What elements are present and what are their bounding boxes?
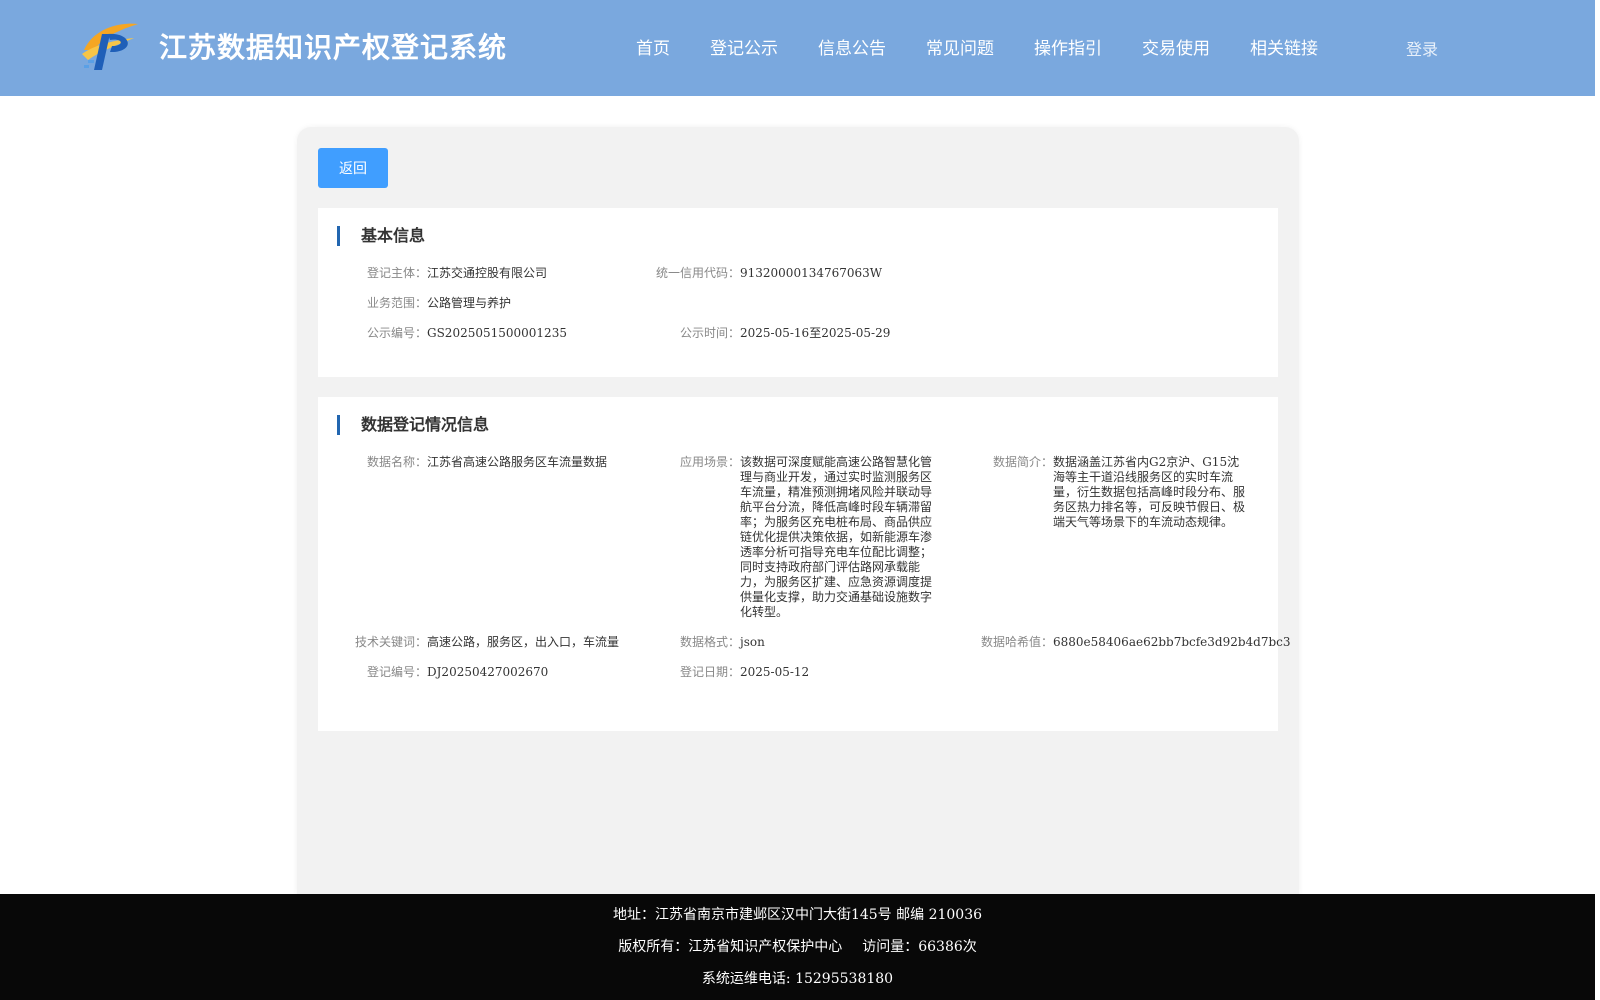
- field-label: 数据简介：: [992, 455, 1053, 469]
- field-label: 登记主体：: [366, 266, 427, 280]
- field-data-intro: 数据简介： 数据涵盖江苏省内G2京沪、G15沈海等主干道沿线服务区的实时车流量，…: [993, 455, 1246, 530]
- field-value: json: [740, 635, 765, 649]
- footer-copyright: 版权所有：江苏省知识产权保护中心: [618, 939, 843, 955]
- detail-panel: 返回 基本信息 登记主体： 江苏交通控股有限公司 统一信用代码： 9132000…: [297, 127, 1299, 907]
- back-button[interactable]: 返回: [318, 148, 388, 188]
- field-label: 技术关键词：: [354, 635, 427, 649]
- field-value: 公路管理与养护: [427, 296, 512, 310]
- nav-guide[interactable]: 操作指引: [1034, 34, 1102, 59]
- site-header: 江苏数据知识产权登记系统 首页 登记公示 信息公告 常见问题 操作指引 交易使用…: [0, 0, 1595, 96]
- field-data-name: 数据名称： 江苏省高速公路服务区车流量数据: [367, 455, 608, 470]
- field-value: 6880e58406ae62bb7bcfe3d92b4d7bc3: [1053, 635, 1291, 649]
- field-credit-code: 统一信用代码： 91320000134767063W: [656, 266, 883, 281]
- footer-phone: 系统运维电话: 15295538180: [701, 971, 894, 987]
- field-value: 该数据可深度赋能高速公路智慧化管理与商业开发，通过实时监测服务区车流量，精准预测…: [740, 455, 933, 619]
- site-footer: 地址：江苏省南京市建邺区汉中门大街145号 邮编 210036 版权所有：江苏省…: [0, 894, 1595, 1000]
- field-registration-number: 登记编号： DJ20250427002670: [367, 665, 549, 680]
- field-keywords: 技术关键词： 高速公路，服务区，出入口，车流量: [355, 635, 620, 650]
- basic-info-card: 基本信息 登记主体： 江苏交通控股有限公司 统一信用代码： 9132000013…: [318, 208, 1278, 377]
- login-link[interactable]: 登录: [1406, 36, 1438, 60]
- field-data-format: 数据格式： json: [680, 635, 765, 650]
- footer-visits: 访问量：66386次: [862, 939, 977, 955]
- nav-home[interactable]: 首页: [636, 34, 670, 59]
- field-registration-date: 登记日期： 2025-05-12: [680, 665, 810, 680]
- site-title: 江苏数据知识产权登记系统: [159, 31, 508, 64]
- field-business-scope: 业务范围： 公路管理与养护: [367, 296, 512, 311]
- field-application-scene: 应用场景： 该数据可深度赋能高速公路智慧化管理与商业开发，通过实时监测服务区车流…: [680, 455, 933, 620]
- nav-trade-use[interactable]: 交易使用: [1142, 34, 1210, 59]
- main-nav: 首页 登记公示 信息公告 常见问题 操作指引 交易使用 相关链接: [636, 34, 1358, 59]
- field-value: 江苏省高速公路服务区车流量数据: [427, 455, 608, 469]
- field-label: 数据哈希值：: [980, 635, 1053, 649]
- field-value: 2025-05-12: [740, 665, 810, 679]
- page-scrollbar[interactable]: [1595, 0, 1600, 1000]
- field-value: 数据涵盖江苏省内G2京沪、G15沈海等主干道沿线服务区的实时车流量，衍生数据包括…: [1053, 455, 1246, 529]
- nav-registration-notice[interactable]: 登记公示: [710, 34, 778, 59]
- field-notice-time: 公示时间： 2025-05-16至2025-05-29: [680, 326, 891, 341]
- field-value: 2025-05-16至2025-05-29: [740, 326, 891, 340]
- footer-address: 地址：江苏省南京市建邺区汉中门大街145号 邮编 210036: [612, 907, 983, 923]
- footer-copyright-line: 版权所有：江苏省知识产权保护中心 访问量：66386次: [0, 936, 1595, 956]
- nav-related-links[interactable]: 相关链接: [1250, 34, 1318, 59]
- field-data-hash: 数据哈希值： 6880e58406ae62bb7bcfe3d92b4d7bc3: [981, 635, 1291, 650]
- basic-info-title: 基本信息: [337, 226, 425, 246]
- field-label: 登记日期：: [679, 665, 740, 679]
- field-label: 应用场景：: [679, 455, 740, 469]
- field-label: 公示编号：: [366, 326, 427, 340]
- registration-info-title: 数据登记情况信息: [337, 415, 489, 435]
- field-label: 业务范围：: [366, 296, 427, 310]
- registration-info-card: 数据登记情况信息 数据名称： 江苏省高速公路服务区车流量数据 应用场景： 该数据…: [318, 397, 1291, 731]
- field-value: DJ20250427002670: [427, 665, 549, 679]
- field-value: 91320000134767063W: [740, 266, 883, 280]
- field-value: 高速公路，服务区，出入口，车流量: [427, 635, 620, 649]
- field-entity: 登记主体： 江苏交通控股有限公司: [367, 266, 548, 281]
- site-logo-icon[interactable]: [80, 20, 140, 72]
- field-label: 数据格式：: [679, 635, 740, 649]
- field-label: 数据名称：: [366, 455, 427, 469]
- field-value: 江苏交通控股有限公司: [427, 266, 548, 280]
- field-label: 统一信用代码：: [655, 266, 740, 280]
- nav-faq[interactable]: 常见问题: [926, 34, 994, 59]
- field-label: 公示时间：: [679, 326, 740, 340]
- field-value: GS2025051500001235: [427, 326, 567, 340]
- field-notice-number: 公示编号： GS2025051500001235: [367, 326, 567, 341]
- field-label: 登记编号：: [366, 665, 427, 679]
- nav-announcements[interactable]: 信息公告: [818, 34, 886, 59]
